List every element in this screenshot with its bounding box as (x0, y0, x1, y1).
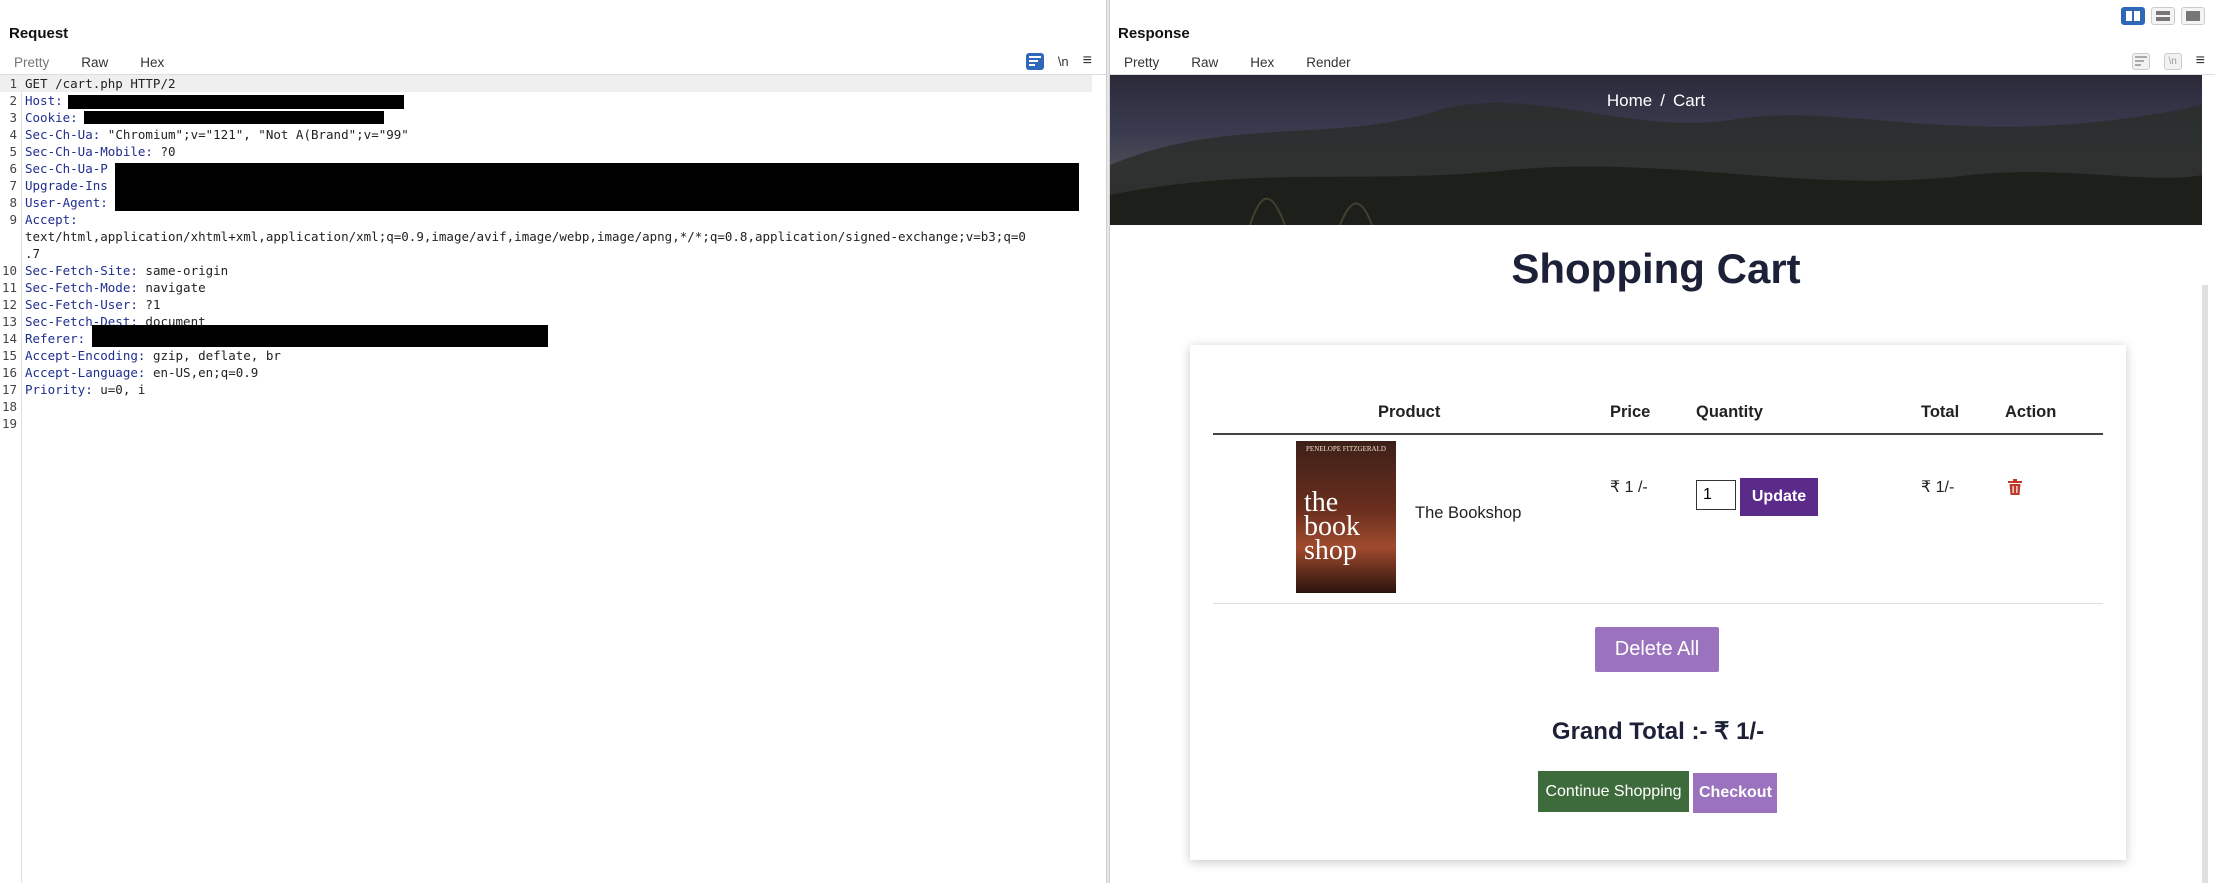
cart-card: Product Price Quantity Total Action PENE… (1190, 345, 2126, 860)
scrollbar[interactable] (2202, 285, 2208, 883)
raw-request-editor[interactable]: 1 GET /cart.php HTTP/2 2 Host: 3 Cookie: 4S… (0, 75, 1106, 883)
request-title: Request (9, 25, 69, 42)
header-quantity: Quantity (1696, 403, 1763, 421)
delete-all-button[interactable]: Delete All (1595, 627, 1719, 672)
response-title: Response (1118, 25, 1190, 42)
request-pane: Request Pretty Raw Hex \n ≡ 1 GET /cart.p… (0, 0, 1106, 883)
product-price: ₹ 1 /- (1610, 479, 1648, 496)
update-button[interactable]: Update (1740, 478, 1818, 516)
tab-render[interactable]: Render (1296, 52, 1361, 76)
request-toolbar: \n ≡ (1025, 52, 1092, 70)
rendered-page: Home / Cart Shopping Cart Product Price Qu… (1110, 75, 2208, 883)
tab-raw[interactable]: Raw (71, 52, 119, 76)
word-wrap-icon[interactable] (1025, 52, 1044, 70)
response-pane: Response Pretty Raw Hex Render \n ≡ Home… (1110, 0, 2215, 883)
tab-pretty[interactable]: Pretty (4, 52, 59, 74)
tab-hex[interactable]: Hex (1240, 52, 1284, 74)
book-author: PENELOPE FITZGERALD (1306, 445, 1386, 453)
redacted-headers (115, 163, 1079, 211)
page-title: Shopping Cart (1511, 245, 1801, 292)
response-toolbar: \n ≡ (2131, 52, 2205, 70)
redacted-cookie (84, 111, 384, 124)
redacted-referer (92, 325, 548, 347)
product-image: PENELOPE FITZGERALD the book shop (1296, 441, 1396, 593)
tab-hex[interactable]: Hex (130, 52, 174, 74)
header-action: Action (2005, 403, 2057, 421)
header-price: Price (1610, 403, 1651, 421)
hero-banner: Home / Cart (1110, 75, 2202, 225)
request-line: 1 GET /cart.php HTTP/2 (0, 75, 1092, 92)
breadcrumb-separator: / (1660, 91, 1665, 110)
header-product: Product (1378, 403, 1441, 421)
response-tabs: Pretty Raw Hex Render (1114, 52, 1373, 76)
breadcrumb: Home / Cart (1110, 91, 2202, 111)
request-tabs: Pretty Raw Hex (4, 52, 186, 76)
tab-raw[interactable]: Raw (1181, 52, 1228, 74)
grand-total: Grand Total :- ₹ 1/- (1551, 718, 1765, 745)
tab-pretty[interactable]: Pretty (1114, 52, 1169, 74)
trash-icon[interactable] (2008, 479, 2022, 500)
quantity-input[interactable] (1696, 480, 1736, 510)
menu-icon[interactable]: ≡ (1083, 52, 1092, 70)
redacted-host (68, 95, 404, 109)
breadcrumb-current: Cart (1672, 91, 1706, 110)
row-divider (1213, 603, 2103, 604)
product-total: ₹ 1/- (1921, 479, 1955, 496)
menu-icon[interactable]: ≡ (2196, 52, 2205, 70)
product-name: The Bookshop (1415, 504, 1522, 522)
header-divider (1213, 433, 2103, 435)
newline-toggle[interactable]: \n (2163, 52, 2182, 70)
book-cover-title: the book shop (1304, 487, 1360, 566)
breadcrumb-home[interactable]: Home (1607, 91, 1652, 110)
continue-shopping-button[interactable]: Continue Shopping (1538, 771, 1689, 812)
checkout-button[interactable]: Checkout (1693, 773, 1777, 813)
word-wrap-icon[interactable] (2131, 52, 2150, 70)
newline-toggle[interactable]: \n (1058, 54, 1069, 69)
header-total: Total (1921, 403, 1960, 421)
